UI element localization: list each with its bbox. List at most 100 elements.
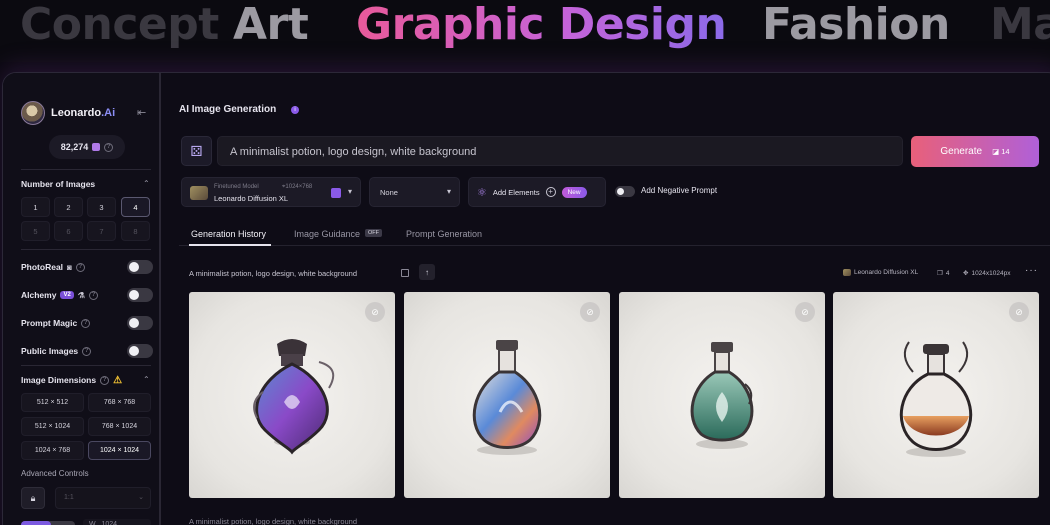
model-size: ⌖1024×768 (282, 184, 313, 190)
hide-eye-icon[interactable]: ⊘ (795, 302, 815, 322)
num-images-8[interactable]: 8 (121, 221, 150, 241)
token-icon: ◪ (992, 147, 1000, 156)
generated-image-1[interactable]: ⊘ (189, 292, 395, 498)
tabs-divider (179, 245, 1050, 246)
width-value: 1024 (101, 521, 118, 525)
negative-prompt-toggle[interactable] (615, 186, 635, 197)
tab-generation-history[interactable]: Generation History (191, 229, 266, 239)
num-images-2[interactable]: 2 (54, 197, 83, 217)
info-icon[interactable]: i (291, 106, 299, 114)
hide-eye-icon[interactable]: ⊘ (1009, 302, 1029, 322)
random-prompt-button[interactable]: ⚄ (181, 136, 212, 166)
dimension-1024x768[interactable]: 1024 × 768 (21, 441, 84, 460)
lock-icon: 🔒︎ (30, 492, 36, 503)
chevron-up-icon[interactable]: ⌃ (143, 179, 150, 188)
model-selector[interactable]: Finetuned Model ⌖1024×768 Leonardo Diffu… (181, 177, 361, 207)
advanced-controls-label: Advanced Controls (21, 469, 89, 478)
dimension-768x768[interactable]: 768 × 768 (88, 393, 151, 412)
banner-word-concept: Concept (20, 0, 219, 50)
prompt-magic-toggle[interactable] (127, 316, 153, 330)
num-images-1[interactable]: 1 (21, 197, 50, 217)
prompt-magic-row: Prompt Magic ? (21, 316, 153, 330)
atom-icon: ⚛ (477, 186, 487, 199)
prompt-input[interactable]: A minimalist potion, logo design, white … (217, 136, 903, 166)
app-window: Leonardo.Ai ⇤ 82,274 ? Number of Images … (2, 72, 1050, 525)
dimension-768x1024[interactable]: 768 × 1024 (88, 417, 151, 436)
width-slider[interactable] (21, 521, 75, 525)
style-value: None (380, 188, 398, 197)
photoreal-label: PhotoReal (21, 262, 64, 272)
alchemy-label: Alchemy (21, 290, 57, 300)
token-balance[interactable]: 82,274 ? (49, 135, 125, 159)
main-panel: AI Image Generation i ⚄ A minimalist pot… (163, 73, 1050, 525)
divider (21, 169, 151, 170)
dimension-512x512[interactable]: 512 × 512 (21, 393, 84, 412)
model-thumbnail (843, 269, 851, 276)
public-images-toggle[interactable] (127, 344, 153, 358)
divider (21, 249, 151, 250)
help-icon[interactable]: ? (88, 290, 98, 300)
generated-image-3[interactable]: ⊘ (619, 292, 825, 498)
page-title: AI Image Generation (179, 104, 277, 115)
image-dimensions-header: Image Dimensions ? ⚠ (21, 373, 153, 387)
flask-icon: ⚗ (77, 290, 85, 300)
banner-word-graphic-design: Graphic Design (356, 0, 727, 50)
help-icon[interactable]: ? (100, 375, 110, 385)
hide-eye-icon[interactable]: ⊘ (365, 302, 385, 322)
num-images-5[interactable]: 5 (21, 221, 50, 241)
brand[interactable]: Leonardo.Ai (21, 101, 115, 125)
generate-label: Generate (940, 146, 983, 157)
chevron-up-icon[interactable]: ⌃ (143, 375, 150, 384)
tab-image-guidance[interactable]: Image Guidance (294, 229, 360, 239)
copy-icon[interactable] (401, 269, 409, 277)
public-images-row: Public Images ? (21, 344, 153, 358)
dimension-512x1024[interactable]: 512 × 1024 (21, 417, 84, 436)
num-images-3[interactable]: 3 (87, 197, 116, 217)
potion-teal-image (690, 342, 754, 449)
dimension-1024x1024[interactable]: 1024 × 1024 (88, 441, 151, 460)
num-images-7[interactable]: 7 (87, 221, 116, 241)
help-icon[interactable]: ? (82, 346, 92, 356)
hide-eye-icon[interactable]: ⊘ (580, 302, 600, 322)
style-select[interactable]: None ▾ (369, 177, 460, 207)
width-field[interactable]: W 1024 (83, 519, 151, 525)
num-images-6[interactable]: 6 (54, 221, 83, 241)
prompt-magic-label: Prompt Magic (21, 318, 78, 328)
arrow-up-icon: ↑ (425, 267, 429, 277)
aspect-ratio-select[interactable]: 1:1 ⌄ (55, 487, 151, 509)
tab-prompt-generation[interactable]: Prompt Generation (406, 229, 482, 239)
banner-word-fashion: Fashion (762, 0, 950, 50)
alchemy-version-badge: V2 (60, 291, 74, 299)
generation-count: ❐ 4 (937, 269, 950, 278)
num-images-4[interactable]: 4 (121, 197, 150, 217)
potion-purple-image (253, 339, 335, 455)
marketing-banner: Concept Art Graphic Design Fashion Ma (0, 0, 1050, 62)
brand-name: Leonardo.Ai (51, 107, 116, 119)
avatar (21, 101, 45, 125)
number-of-images-title: Number of Images (21, 179, 96, 189)
chevron-down-icon: ⌄ (138, 494, 144, 501)
photoreal-toggle[interactable] (127, 260, 153, 274)
plus-icon: + (545, 187, 556, 197)
generate-cost: ◪ 14 (992, 147, 1010, 156)
negative-prompt-label: Add Negative Prompt (641, 186, 718, 195)
help-icon[interactable]: ? (104, 142, 114, 152)
image-guidance-status-badge: OFF (365, 229, 382, 237)
aspect-lock-button[interactable]: 🔒︎ (21, 487, 45, 509)
token-count: 82,274 (60, 142, 89, 152)
help-icon[interactable]: ? (75, 262, 85, 272)
token-icon (92, 143, 101, 151)
reuse-prompt-button[interactable]: ↑ (419, 264, 435, 280)
generated-image-2[interactable]: ⊘ (404, 292, 610, 498)
alchemy-toggle[interactable] (127, 288, 153, 302)
chevron-down-icon[interactable]: ▾ (348, 187, 352, 196)
photoreal-row: PhotoReal ◙ ? (21, 260, 153, 274)
add-elements-button[interactable]: ⚛ Add Elements + New (468, 177, 606, 207)
help-icon[interactable]: ? (81, 318, 91, 328)
edit-model-icon[interactable] (331, 188, 341, 198)
generate-button[interactable]: Generate ◪ 14 (911, 136, 1039, 167)
collapse-sidebar-icon[interactable]: ⇤ (137, 106, 146, 119)
more-options-icon[interactable]: ··· (1025, 265, 1038, 276)
generated-image-4[interactable]: ⊘ (833, 292, 1039, 498)
dice-icon: ⚄ (190, 142, 203, 159)
